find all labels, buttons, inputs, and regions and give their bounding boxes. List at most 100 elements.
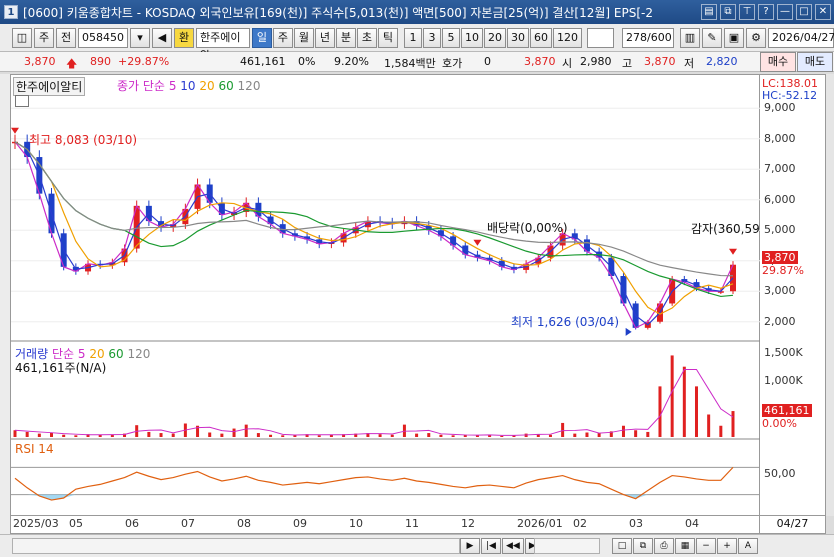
- interval-button-3[interactable]: 3: [422, 27, 441, 48]
- interval-button-30[interactable]: 30: [506, 27, 529, 48]
- grid-icon[interactable]: [15, 95, 29, 107]
- pct-tag: 29.87%: [762, 264, 804, 277]
- x-label-5: 09: [293, 517, 307, 530]
- x-label-7: 11: [405, 517, 419, 530]
- open-value: 2,980: [580, 55, 612, 68]
- volume-bar-45: [561, 422, 565, 437]
- price-tick-2: 7,000: [764, 162, 796, 176]
- buy-button[interactable]: 매수: [760, 52, 796, 72]
- prev-icon[interactable]: ◀◀: [502, 538, 524, 554]
- volume-bar-16: [208, 432, 212, 437]
- first-icon[interactable]: |◀: [481, 538, 501, 554]
- horizontal-scrollbar[interactable]: [12, 538, 460, 554]
- current-price: 3,870: [24, 55, 56, 68]
- dividend-marker-icon: [473, 239, 482, 246]
- volume-bar-12: [159, 433, 163, 437]
- volume-bar-35: [439, 434, 443, 437]
- interval-buttons: 1 3 5 10 20 30 60 120: [403, 27, 582, 48]
- period-button-4[interactable]: 분: [335, 27, 356, 48]
- box-icon[interactable]: □: [612, 538, 632, 554]
- save-icon[interactable]: ▣: [724, 27, 744, 48]
- volume-tick-0: 1,500K: [764, 345, 803, 359]
- maximize-icon[interactable]: □: [796, 4, 812, 20]
- x-label-4: 08: [237, 517, 251, 530]
- minus-icon[interactable]: −: [696, 538, 716, 554]
- all-select[interactable]: 전: [56, 27, 76, 48]
- print-icon[interactable]: ⎙: [654, 538, 674, 554]
- interval-input[interactable]: [586, 27, 614, 48]
- period-button-2[interactable]: 월: [293, 27, 314, 48]
- bottom-bar: ▶ |◀ ◀◀ ▶▶ □ ⧉ ⎙ ▦ − + A: [0, 534, 834, 557]
- rsi-tick: 50,00: [764, 467, 796, 480]
- date-field[interactable]: 2026/04/27: [768, 27, 834, 48]
- code-input[interactable]: 058450: [78, 27, 128, 48]
- low-note: 최저 1,626 (03/04): [511, 315, 620, 329]
- toolbar-icon[interactable]: ▤: [701, 4, 717, 20]
- volume-bar-33: [415, 433, 419, 437]
- price-axis: LC:138.01 HC:-52.12 9,000 8,000 7,000 6,000…: [760, 74, 826, 516]
- bid-value: 0: [484, 55, 491, 68]
- volume-bar-31: [390, 434, 394, 437]
- interval-button-10[interactable]: 10: [460, 27, 483, 48]
- volume-bar-0: [13, 430, 17, 437]
- volume-bar-53: [658, 386, 662, 437]
- period-button-1[interactable]: 주: [272, 27, 293, 48]
- layout-icon[interactable]: ▦: [675, 538, 695, 554]
- minimize-icon[interactable]: —: [777, 4, 793, 20]
- ask-value: 3,870: [524, 55, 556, 68]
- period-button-6[interactable]: 틱: [377, 27, 398, 48]
- rsi-title: RSI 14: [15, 442, 54, 456]
- chart-type-icon[interactable]: ◫: [12, 27, 32, 48]
- plus-icon[interactable]: +: [717, 538, 737, 554]
- scroll-right-icon[interactable]: ▶: [460, 538, 480, 554]
- type-select[interactable]: 주: [34, 27, 54, 48]
- text-icon[interactable]: A: [738, 538, 758, 554]
- chart-style-icon[interactable]: ▥: [680, 27, 700, 48]
- sell-button[interactable]: 매도: [797, 52, 833, 72]
- x-label-2: 06: [125, 517, 139, 530]
- tool-icon[interactable]: ✎: [702, 27, 722, 48]
- pin-icon[interactable]: ⊤: [739, 4, 755, 20]
- exchange-button[interactable]: 환: [174, 27, 194, 48]
- high-note: 최고 8,083 (03/10): [29, 133, 138, 147]
- volume-bar-22: [281, 435, 285, 437]
- period-button-0[interactable]: 일: [251, 27, 272, 48]
- volume-ma-line: [14, 369, 734, 436]
- interval-button-5[interactable]: 5: [441, 27, 460, 48]
- volume-bar-55: [682, 366, 686, 437]
- volume-bar-50: [621, 425, 625, 437]
- trade-amount: 1,584백만: [384, 57, 436, 70]
- interval-button-60[interactable]: 60: [529, 27, 552, 48]
- price-tick-1: 8,000: [764, 131, 796, 145]
- interval-button-120[interactable]: 120: [552, 27, 582, 48]
- panel-scroll[interactable]: [826, 74, 834, 516]
- interval-button-20[interactable]: 20: [483, 27, 506, 48]
- volume-bar-34: [427, 433, 431, 437]
- sound-icon[interactable]: ◀: [152, 27, 172, 48]
- help-icon[interactable]: ?: [758, 4, 774, 20]
- volume-bar-11: [147, 431, 151, 437]
- copy-icon[interactable]: ⧉: [633, 538, 653, 554]
- search-icon[interactable]: ▾: [130, 27, 150, 48]
- volume-bar-17: [220, 433, 224, 437]
- volume-bar-36: [451, 435, 455, 437]
- rsi-line: [14, 466, 734, 501]
- settings-icon[interactable]: ⚙: [746, 27, 766, 48]
- open-label: 시: [562, 57, 573, 70]
- period-button-3[interactable]: 년: [314, 27, 335, 48]
- interval-button-1[interactable]: 1: [403, 27, 422, 48]
- chart-area[interactable]: 한주에이알티 종가 단순 5 10 20 60 120 최고 8,083 (03…: [10, 74, 776, 516]
- x-axis-right-label: 04/27: [760, 516, 826, 534]
- zoom-slider[interactable]: [534, 538, 600, 554]
- volume-bar-44: [548, 434, 552, 437]
- price-tick-3: 6,000: [764, 192, 796, 206]
- count-field[interactable]: 278/600: [622, 27, 674, 48]
- close-icon[interactable]: ✕: [815, 4, 831, 20]
- x-label-10: 02: [573, 517, 587, 530]
- link-icon[interactable]: ⧉: [720, 4, 736, 20]
- period-button-5[interactable]: 초: [356, 27, 377, 48]
- volume-bar-5: [74, 435, 78, 437]
- x-label-6: 10: [349, 517, 363, 530]
- ma-legend: 종가 단순 5 10 20 60 120: [117, 77, 260, 94]
- tool-buttons: □ ⧉ ⎙ ▦ − + A: [612, 538, 758, 554]
